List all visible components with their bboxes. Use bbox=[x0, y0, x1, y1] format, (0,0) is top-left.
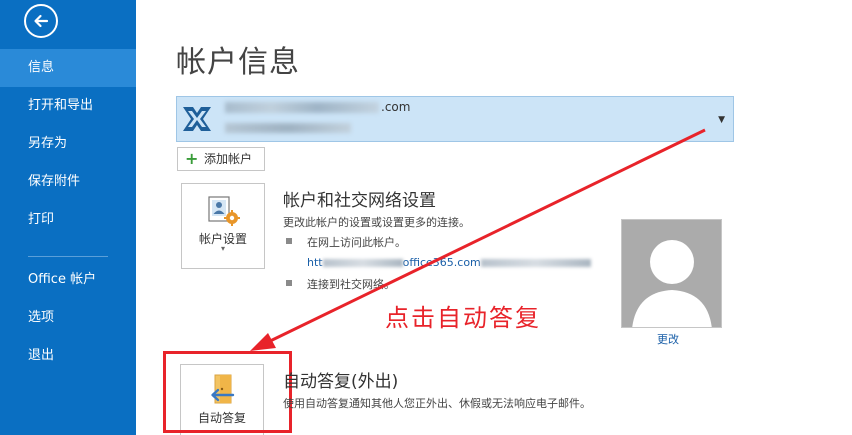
redacted-email bbox=[225, 102, 379, 113]
nav-print[interactable]: 打印 bbox=[0, 201, 136, 239]
nav-office-account[interactable]: Office 帐户 bbox=[0, 261, 136, 299]
auto-reply-title: 自动答复(外出) bbox=[283, 372, 399, 392]
annotation-highlight-box bbox=[163, 351, 292, 433]
bullet-web-access: 在网上访问此帐户。 bbox=[307, 236, 406, 249]
sidebar-divider bbox=[28, 256, 108, 257]
owa-link[interactable]: htt office365.com bbox=[307, 256, 591, 269]
account-email-suffix: .com bbox=[381, 100, 411, 114]
profile-photo[interactable] bbox=[621, 219, 722, 328]
page-title: 帐户信息 bbox=[176, 45, 300, 80]
caret-down-icon[interactable]: ▼ bbox=[718, 115, 725, 125]
auto-reply-desc: 使用自动答复通知其他人您正外出、休假或无法响应电子邮件。 bbox=[283, 397, 591, 410]
exchange-icon bbox=[181, 103, 213, 135]
bullet-icon bbox=[286, 238, 292, 244]
redacted-url bbox=[322, 259, 403, 267]
account-selector[interactable]: .com ▼ bbox=[176, 96, 734, 142]
person-silhouette-icon bbox=[622, 220, 721, 327]
backstage-sidebar: 信息 打开和导出 另存为 保存附件 打印 Office 帐户 选项 退出 bbox=[0, 0, 136, 435]
account-type-redacted bbox=[225, 123, 351, 133]
nav-open-export[interactable]: 打开和导出 bbox=[0, 87, 136, 125]
nav-save-attachments[interactable]: 保存附件 bbox=[0, 163, 136, 201]
account-settings-desc: 更改此帐户的设置或设置更多的连接。 bbox=[283, 216, 470, 229]
nav-info[interactable]: 信息 bbox=[0, 49, 136, 87]
nav-options[interactable]: 选项 bbox=[0, 299, 136, 337]
account-settings-icon bbox=[208, 196, 240, 226]
nav-save-as[interactable]: 另存为 bbox=[0, 125, 136, 163]
chevron-down-icon: ▾ bbox=[220, 244, 225, 253]
back-button[interactable] bbox=[24, 4, 58, 38]
owa-link-domain: office365.com bbox=[402, 256, 481, 269]
back-arrow-icon bbox=[34, 14, 49, 28]
nav-exit[interactable]: 退出 bbox=[0, 337, 136, 375]
add-account-button[interactable]: + 添加帐户 bbox=[177, 147, 265, 171]
change-photo-link[interactable]: 更改 bbox=[657, 331, 679, 347]
plus-icon: + bbox=[185, 149, 199, 168]
annotation-text: 点击自动答复 bbox=[385, 304, 541, 332]
redacted-url-tail bbox=[480, 259, 591, 267]
account-email: .com bbox=[225, 100, 410, 114]
owa-link-prefix: htt bbox=[307, 256, 323, 269]
bullet-icon bbox=[286, 280, 292, 286]
account-settings-title: 帐户和社交网络设置 bbox=[283, 191, 436, 211]
bullet-social: 连接到社交网络。 bbox=[307, 278, 395, 291]
add-account-label: 添加帐户 bbox=[204, 152, 253, 166]
account-settings-button[interactable]: 帐户设置 ▾ bbox=[181, 183, 265, 269]
